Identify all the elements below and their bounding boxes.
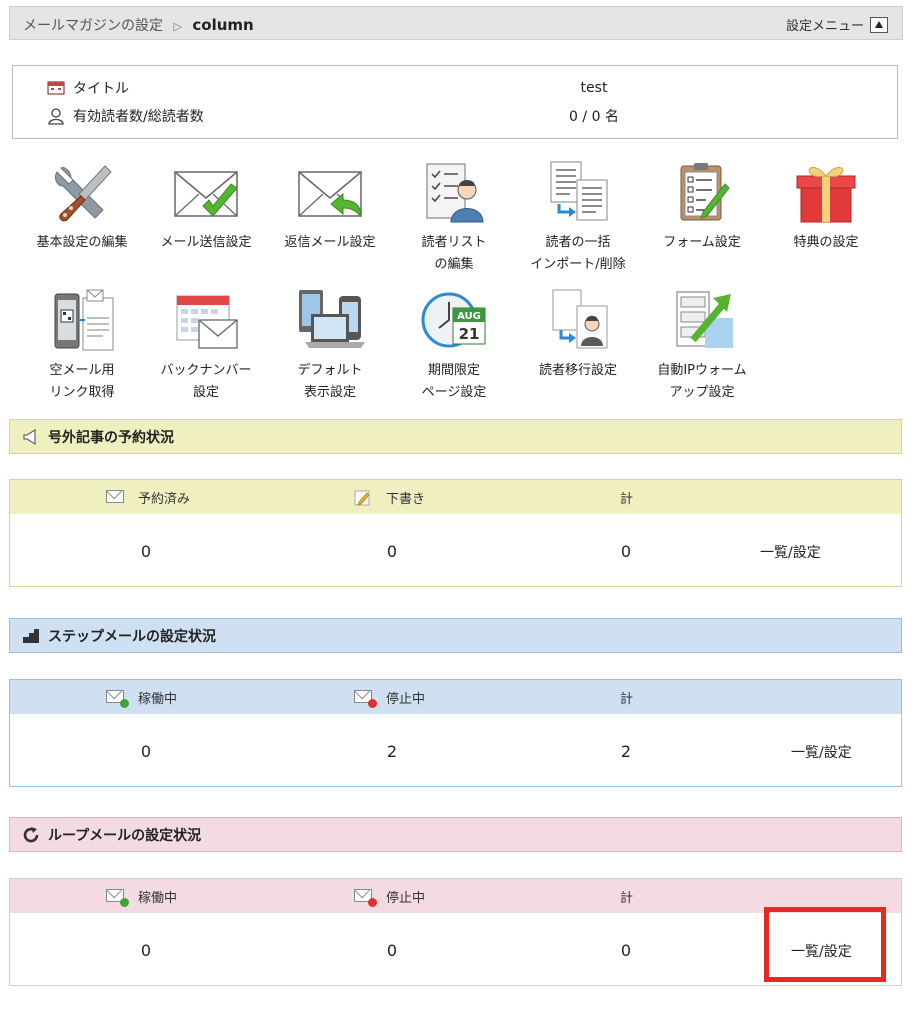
title-label: タイトル xyxy=(73,81,129,97)
tile-label: 基本設定の編集 xyxy=(36,235,128,250)
tools-icon xyxy=(47,160,117,224)
stopped-mail-icon xyxy=(354,888,377,907)
readers-value: 0 / 0 名 xyxy=(569,109,619,125)
form-icon xyxy=(667,160,737,224)
highlight-box xyxy=(764,907,886,982)
window-icon xyxy=(47,79,65,97)
megaphone-icon xyxy=(22,428,40,446)
extra-issue-stats: 予約済み 下書き 計 0 0 0 一覧/設定 xyxy=(9,479,902,587)
tile-bonus-settings[interactable]: 特典の設定 xyxy=(764,160,888,254)
breadcrumb-parent[interactable]: メールマガジンの設定 xyxy=(23,18,163,34)
ip-warmup-icon xyxy=(667,288,737,352)
header-bar: メールマガジンの設定 ▷ column 設定メニュー xyxy=(9,6,903,40)
title-row: タイトル test xyxy=(47,77,847,99)
total-count: 2 xyxy=(620,742,632,761)
section-title: 号外記事の予約状況 xyxy=(48,429,174,446)
tile-label: 返信メール設定 xyxy=(284,235,376,250)
import-icon xyxy=(543,160,613,224)
refresh-icon xyxy=(22,826,40,844)
total-column-header: 計 xyxy=(620,890,634,906)
total-count: 0 xyxy=(620,941,632,960)
tile-bulk-import[interactable]: 読者の一括 インポート/削除 xyxy=(516,160,640,276)
tile-backnumber-settings[interactable]: バックナンバー 設定 xyxy=(144,288,268,404)
section-title: ループメールの設定状況 xyxy=(48,827,202,844)
tile-limited-page[interactable]: AUG 21 期間限定 ページ設定 xyxy=(392,288,516,404)
gift-icon xyxy=(791,160,861,224)
active-count: 0 xyxy=(140,742,152,761)
settings-menu-label: 設定メニュー xyxy=(785,19,864,34)
active-count: 0 xyxy=(140,941,152,960)
tile-mail-send-settings[interactable]: メール送信設定 xyxy=(144,160,268,254)
breadcrumb-separator-icon: ▷ xyxy=(173,20,182,33)
tile-label: メール送信設定 xyxy=(160,235,252,250)
tile-form-settings[interactable]: フォーム設定 xyxy=(640,160,764,254)
breadcrumb: メールマガジンの設定 ▷ column xyxy=(23,15,254,35)
step-mail-section-header: ステップメールの設定状況 xyxy=(9,618,902,653)
tile-label: フォーム設定 xyxy=(663,235,741,250)
total-column-header: 計 xyxy=(620,691,634,707)
active-mail-icon xyxy=(106,689,129,708)
list-settings-link[interactable]: 一覧/設定 xyxy=(791,742,852,762)
tile-reader-list[interactable]: 読者リスト の編集 xyxy=(392,160,516,276)
section-title: ステップメールの設定状況 xyxy=(48,628,216,645)
draft-count: 0 xyxy=(386,542,398,561)
list-settings-link[interactable]: 一覧/設定 xyxy=(760,542,821,562)
stopped-mail-icon xyxy=(354,689,377,708)
tile-reply-mail-settings[interactable]: 返信メール設定 xyxy=(268,160,392,254)
step-mail-stats: 稼働中 停止中 計 0 2 2 一覧/設定 xyxy=(9,679,902,787)
stopped-count: 2 xyxy=(386,742,398,761)
calendar-mail-icon xyxy=(171,288,241,352)
tile-label: バックナンバー 設定 xyxy=(160,363,252,400)
tile-label: 読者移行設定 xyxy=(538,363,617,378)
stopped-column-header: 停止中 xyxy=(354,879,425,913)
stopped-column-header: 停止中 xyxy=(354,680,425,714)
clock-calendar-icon: AUG 21 xyxy=(419,288,489,352)
reserved-column-header: 予約済み xyxy=(106,480,190,514)
tile-basic-settings[interactable]: 基本設定の編集 xyxy=(20,160,144,254)
extra-issue-section-header: 号外記事の予約状況 xyxy=(9,419,902,454)
active-column-header: 稼働中 xyxy=(106,680,177,714)
tile-ip-warmup[interactable]: 自動IPウォーム アップ設定 xyxy=(640,288,764,404)
mail-check-icon xyxy=(171,160,241,224)
reader-list-icon xyxy=(419,160,489,224)
user-icon xyxy=(47,107,65,125)
devices-icon xyxy=(295,288,365,352)
tile-reader-transfer[interactable]: 読者移行設定 xyxy=(516,288,640,382)
settings-menu-button[interactable]: 設定メニュー xyxy=(786,15,888,34)
draft-column-header: 下書き xyxy=(354,480,425,514)
stopped-count: 0 xyxy=(386,941,398,960)
mail-reply-icon xyxy=(295,160,365,224)
phone-qr-icon xyxy=(47,288,117,352)
reserved-mail-icon xyxy=(106,489,126,505)
pencil-icon xyxy=(354,489,374,506)
active-mail-icon xyxy=(106,888,129,907)
tile-label: デフォルト 表示設定 xyxy=(297,363,363,400)
tile-label: 読者リスト の編集 xyxy=(421,235,487,272)
total-count: 0 xyxy=(620,542,632,561)
tile-label: 特典の設定 xyxy=(793,235,859,250)
readers-row: 有効読者数/総読者数 0 / 0 名 xyxy=(47,105,847,127)
total-column-header: 計 xyxy=(620,491,634,507)
loop-mail-section-header: ループメールの設定状況 xyxy=(9,817,902,852)
tile-label: 自動IPウォーム アップ設定 xyxy=(657,363,747,400)
active-column-header: 稼働中 xyxy=(106,879,177,913)
calendar-month-text: AUG xyxy=(457,311,481,322)
reader-transfer-icon xyxy=(543,288,613,352)
breadcrumb-current: column xyxy=(192,16,254,34)
reserved-count: 0 xyxy=(140,542,152,561)
calendar-day-text: 21 xyxy=(459,325,480,343)
readers-label: 有効読者数/総読者数 xyxy=(73,109,204,125)
magazine-info-box: タイトル test 有効読者数/総読者数 0 / 0 名 xyxy=(12,65,898,139)
tile-label: 読者の一括 インポート/削除 xyxy=(530,235,626,272)
stairs-icon xyxy=(22,627,40,645)
tile-label: 空メール用 リンク取得 xyxy=(49,363,115,400)
tile-empty-mail-link[interactable]: 空メール用 リンク取得 xyxy=(20,288,144,404)
title-value: test xyxy=(580,80,608,96)
tile-label: 期間限定 ページ設定 xyxy=(421,363,487,400)
tile-default-display[interactable]: デフォルト 表示設定 xyxy=(268,288,392,404)
collapse-arrow-icon[interactable] xyxy=(870,16,888,33)
